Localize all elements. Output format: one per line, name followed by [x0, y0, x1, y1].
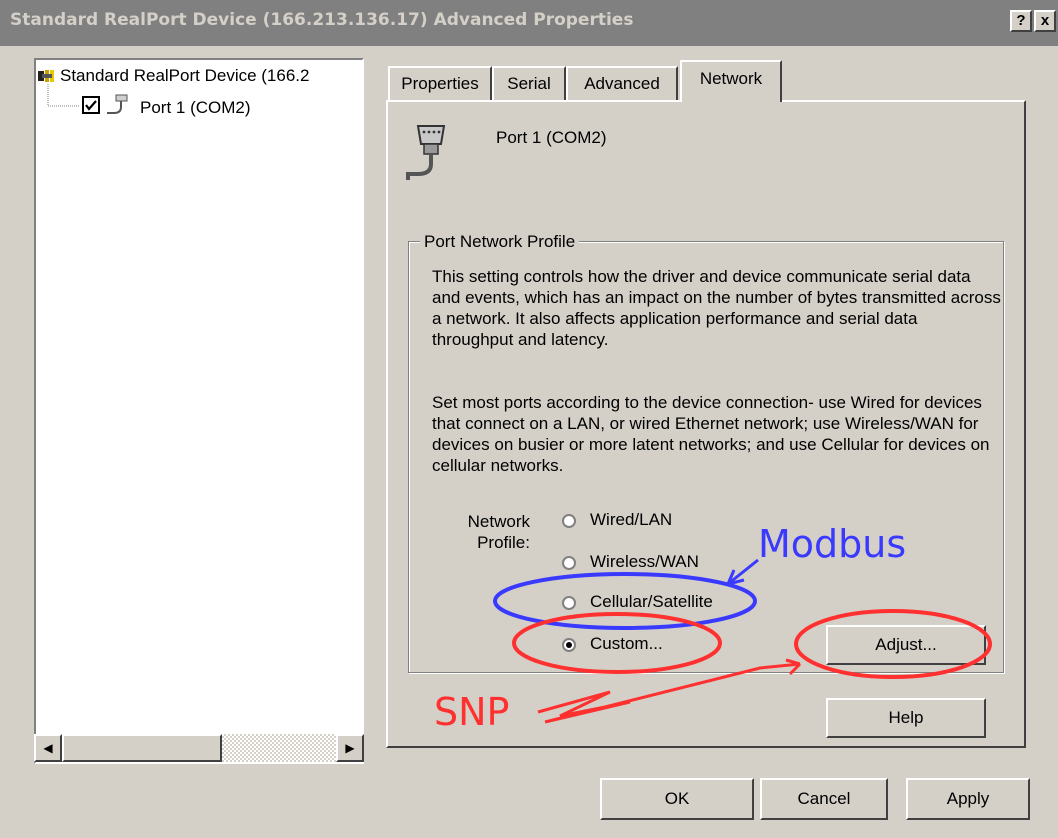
adjust-button[interactable]: Adjust... — [826, 625, 986, 665]
cancel-button[interactable]: Cancel — [760, 778, 888, 820]
tab-network[interactable]: Network — [680, 60, 782, 102]
checkmark-icon — [85, 100, 97, 111]
radio-cellular-satellite[interactable] — [562, 596, 576, 610]
port-checkbox[interactable] — [82, 96, 100, 114]
serial-port-small-icon — [107, 94, 128, 114]
group-title: Port Network Profile — [420, 232, 580, 252]
modbus-annotation: Modbus — [758, 522, 907, 566]
tree-root-label[interactable]: Standard RealPort Device (166.2 — [60, 66, 309, 86]
tree-horizontal-scrollbar[interactable]: ◀ ▶ — [34, 734, 364, 762]
device-tree[interactable]: Standard RealPort Device (166.2 Port 1 (… — [34, 58, 364, 764]
radio-wireless-wan[interactable] — [562, 556, 576, 570]
scroll-right-button[interactable]: ▶ — [336, 734, 364, 762]
device-icon — [38, 70, 54, 82]
radio-selected-dot — [566, 642, 572, 648]
serial-port-icon — [406, 125, 446, 180]
tab-serial[interactable]: Serial — [492, 66, 566, 100]
tab-properties[interactable]: Properties — [388, 66, 492, 100]
radio-wired-lan-label[interactable]: Wired/LAN — [590, 510, 672, 530]
tab-advanced[interactable]: Advanced — [566, 66, 678, 100]
window-title: Standard RealPort Device (166.213.136.17… — [10, 10, 634, 30]
network-profile-label-line1: Network — [467, 512, 530, 531]
tree-child-label[interactable]: Port 1 (COM2) — [140, 98, 251, 118]
radio-cellular-satellite-label[interactable]: Cellular/Satellite — [590, 592, 713, 612]
description-paragraph-1: This setting controls how the driver and… — [432, 267, 1001, 349]
radio-custom[interactable] — [562, 638, 576, 652]
radio-wired-lan[interactable] — [562, 514, 576, 528]
help-button[interactable]: Help — [826, 698, 986, 738]
network-profile-label-line2: Profile: — [477, 533, 530, 552]
help-title-button[interactable]: ? — [1010, 10, 1032, 32]
port-name: Port 1 (COM2) — [496, 128, 607, 147]
scroll-thumb[interactable] — [62, 734, 222, 762]
ok-button[interactable]: OK — [600, 778, 754, 820]
radio-custom-label[interactable]: Custom... — [590, 634, 663, 654]
description-paragraph-2: Set most ports according to the device c… — [432, 393, 990, 475]
scroll-left-button[interactable]: ◀ — [34, 734, 62, 762]
close-title-button[interactable]: x — [1034, 10, 1056, 32]
radio-wireless-wan-label[interactable]: Wireless/WAN — [590, 552, 699, 572]
apply-button[interactable]: Apply — [906, 778, 1030, 820]
snp-annotation: SNP — [434, 690, 510, 734]
tree-connector — [47, 84, 80, 107]
